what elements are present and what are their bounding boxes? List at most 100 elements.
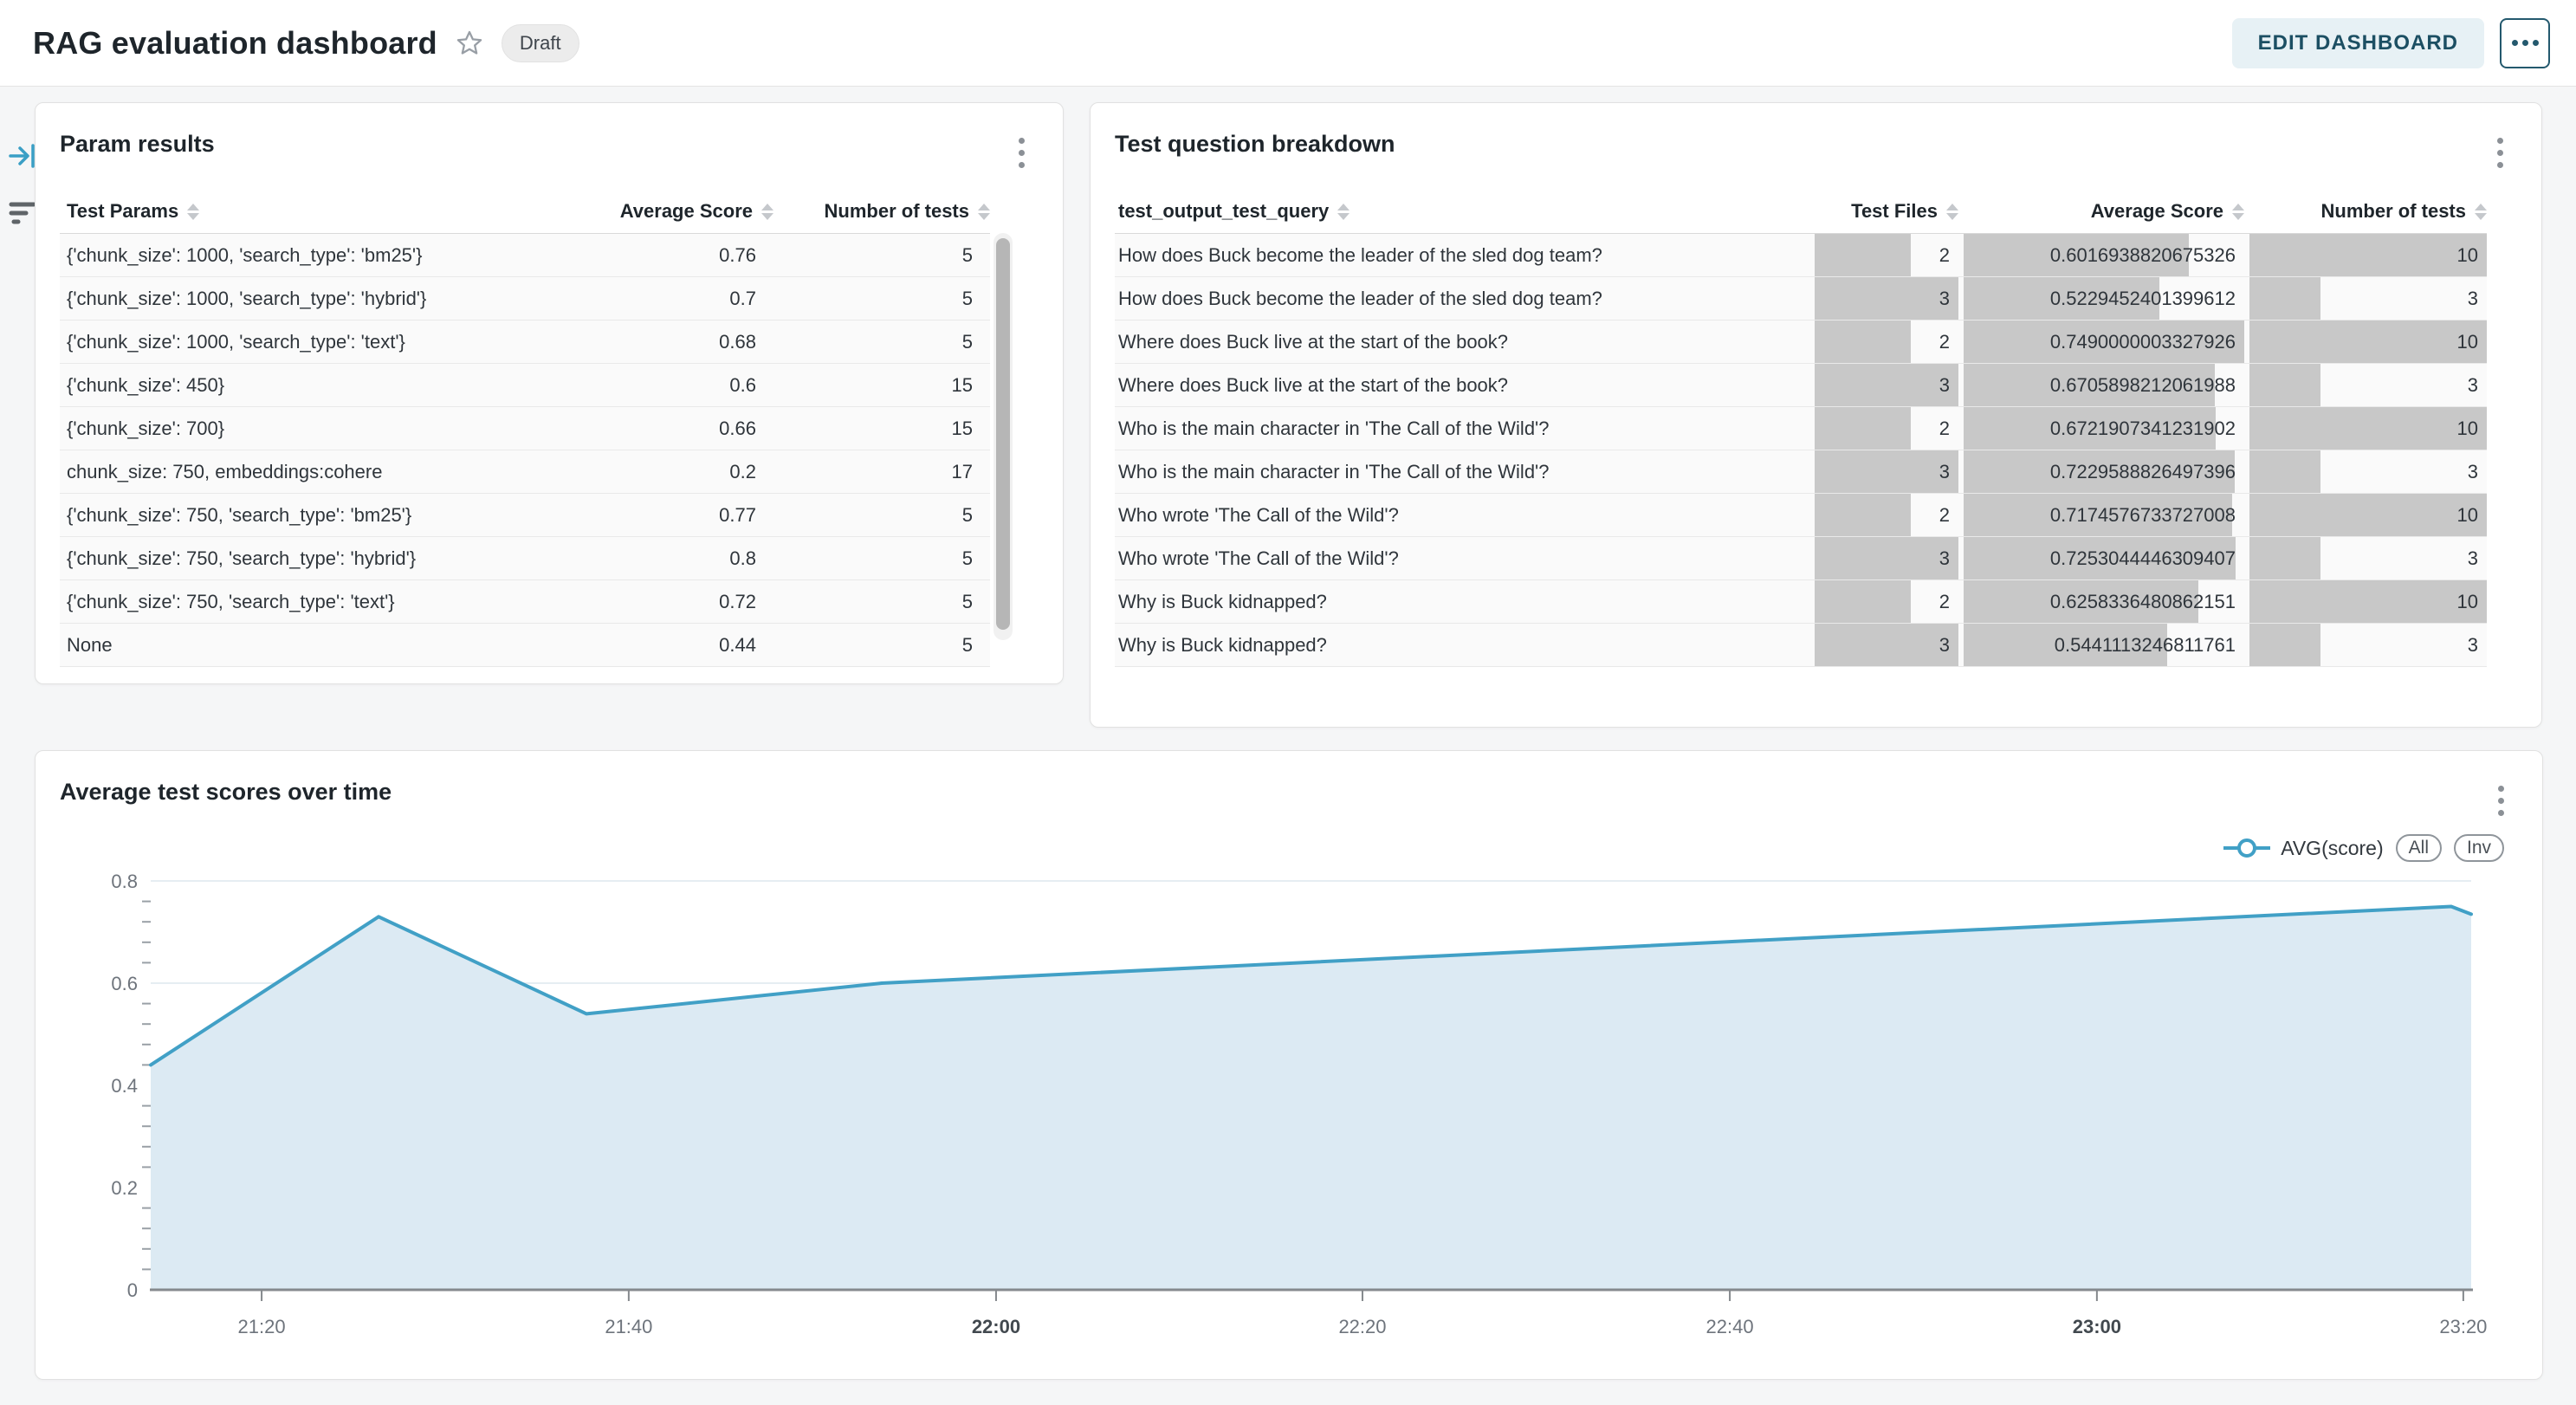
column-label: Average Score (620, 200, 753, 223)
chart-shape (151, 907, 2471, 1291)
column-header-number-of-tests[interactable]: Number of tests (2244, 200, 2487, 223)
column-header-average-score[interactable]: Average Score (548, 200, 773, 223)
table-row[interactable]: None0.445 (60, 624, 990, 667)
column-label: Number of tests (2321, 200, 2466, 223)
question-breakdown-rows: How does Buck become the leader of the s… (1115, 233, 2487, 667)
data-bar-cell: 3 (2244, 364, 2487, 406)
data-bar-cell: 0.7253044446309407 (1958, 537, 2244, 579)
query-cell: Where does Buck live at the start of the… (1115, 320, 1809, 363)
axis-label: 22:00 (972, 1316, 1020, 1337)
data-bar-cell: 3 (2244, 537, 2487, 579)
table-row[interactable]: Why is Buck kidnapped?20.625833648086215… (1115, 580, 2487, 624)
cell-value: 3 (1809, 450, 1950, 493)
table-row[interactable]: Who wrote 'The Call of the Wild'?20.7174… (1115, 494, 2487, 537)
header-left: RAG evaluation dashboard Draft (33, 24, 579, 62)
cell-value: 10 (2244, 407, 2478, 450)
table-cell: 5 (773, 494, 990, 536)
table-cell: {'chunk_size': 700} (60, 407, 548, 450)
table-cell: {'chunk_size': 750, 'search_type': 'bm25… (60, 494, 548, 536)
header-right: EDIT DASHBOARD (2232, 18, 2550, 68)
table-row[interactable]: {'chunk_size': 450}0.615 (60, 364, 990, 407)
table-row[interactable]: How does Buck become the leader of the s… (1115, 234, 2487, 277)
card-menu-icon[interactable] (1015, 134, 1028, 172)
query-cell: How does Buck become the leader of the s… (1115, 277, 1809, 320)
cell-value: 3 (2244, 537, 2478, 579)
data-bar-cell: 3 (1809, 624, 1958, 666)
table-cell: 5 (773, 277, 990, 320)
query-cell: Why is Buck kidnapped? (1115, 580, 1809, 623)
column-header-test-params[interactable]: Test Params (60, 200, 548, 223)
column-header-number-of-tests[interactable]: Number of tests (773, 200, 990, 223)
cell-value: 0.7174576733727008 (1958, 494, 2236, 536)
scores-chart-svg[interactable]: 00.20.40.60.821:2021:4022:0022:2022:4023… (36, 751, 2544, 1381)
cell-value: 0.5441113246811761 (1958, 624, 2236, 666)
query-cell: Who wrote 'The Call of the Wild'? (1115, 494, 1809, 536)
table-cell: 5 (773, 580, 990, 623)
param-results-header: Test Params Average Score Number of test… (60, 190, 990, 233)
table-row[interactable]: Who wrote 'The Call of the Wild'?30.7253… (1115, 537, 2487, 580)
question-breakdown-header: test_output_test_query Test Files Averag… (1115, 190, 2487, 233)
table-row[interactable]: Where does Buck live at the start of the… (1115, 320, 2487, 364)
column-label: Test Files (1851, 200, 1938, 223)
cell-value: 0.6721907341231902 (1958, 407, 2236, 450)
sort-icon (2232, 204, 2244, 220)
cell-value: 0.6705898212061988 (1958, 364, 2236, 406)
data-bar-cell: 0.7174576733727008 (1958, 494, 2244, 536)
table-row[interactable]: {'chunk_size': 1000, 'search_type': 'tex… (60, 320, 990, 364)
sort-icon (2475, 204, 2487, 220)
table-row[interactable]: {'chunk_size': 1000, 'search_type': 'hyb… (60, 277, 990, 320)
table-row[interactable]: Who is the main character in 'The Call o… (1115, 450, 2487, 494)
column-header-test-query[interactable]: test_output_test_query (1115, 200, 1809, 223)
cell-value: 3 (1809, 277, 1950, 320)
question-breakdown-card: Test question breakdown test_output_test… (1090, 102, 2542, 728)
cell-value: 2 (1809, 580, 1950, 623)
cell-value: 0.6258336480862151 (1958, 580, 2236, 623)
data-bar-cell: 0.6016938820675326 (1958, 234, 2244, 276)
column-label: Test Params (67, 200, 178, 223)
table-scrollbar-thumb[interactable] (996, 238, 1010, 630)
table-row[interactable]: {'chunk_size': 750, 'search_type': 'hybr… (60, 537, 990, 580)
data-bar-cell: 10 (2244, 234, 2487, 276)
table-row[interactable]: Where does Buck live at the start of the… (1115, 364, 2487, 407)
cell-value: 2 (1809, 234, 1950, 276)
axis-label: 23:00 (2073, 1316, 2121, 1337)
table-row[interactable]: {'chunk_size': 1000, 'search_type': 'bm2… (60, 234, 990, 277)
axis-label: 0 (127, 1279, 138, 1301)
cell-value: 10 (2244, 320, 2478, 363)
table-row[interactable]: Who is the main character in 'The Call o… (1115, 407, 2487, 450)
card-title: Test question breakdown (1115, 131, 1395, 158)
edit-dashboard-button[interactable]: EDIT DASHBOARD (2232, 18, 2484, 68)
table-row[interactable]: Why is Buck kidnapped?30.544111324681176… (1115, 624, 2487, 667)
cell-value: 3 (2244, 277, 2478, 320)
favorite-star-icon[interactable] (455, 29, 484, 58)
table-cell: 0.66 (548, 407, 773, 450)
page-title: RAG evaluation dashboard (33, 25, 437, 62)
table-cell: {'chunk_size': 750, 'search_type': 'text… (60, 580, 548, 623)
sort-icon (1337, 204, 1349, 220)
column-header-test-files[interactable]: Test Files (1809, 200, 1958, 223)
table-row[interactable]: {'chunk_size': 750, 'search_type': 'text… (60, 580, 990, 624)
table-cell: 5 (773, 320, 990, 363)
table-cell: 5 (773, 537, 990, 579)
data-bar-cell: 10 (2244, 407, 2487, 450)
axis-label: 0.8 (111, 871, 138, 892)
cell-value: 0.7253044446309407 (1958, 537, 2236, 579)
more-options-button[interactable] (2500, 18, 2550, 68)
column-header-average-score[interactable]: Average Score (1958, 200, 2244, 223)
table-cell: None (60, 624, 548, 666)
cell-value: 0.6016938820675326 (1958, 234, 2236, 276)
table-row[interactable]: chunk_size: 750, embeddings:cohere0.217 (60, 450, 990, 494)
card-menu-icon[interactable] (2494, 134, 2507, 172)
table-row[interactable]: {'chunk_size': 750, 'search_type': 'bm25… (60, 494, 990, 537)
table-row[interactable]: {'chunk_size': 700}0.6615 (60, 407, 990, 450)
data-bar-cell: 2 (1809, 494, 1958, 536)
table-cell: 0.8 (548, 537, 773, 579)
table-row[interactable]: How does Buck become the leader of the s… (1115, 277, 2487, 320)
table-cell: 15 (773, 407, 990, 450)
table-scrollbar-track[interactable] (994, 233, 1013, 640)
query-cell: Who is the main character in 'The Call o… (1115, 450, 1809, 493)
data-bar-cell: 10 (2244, 580, 2487, 623)
cell-value: 0.7229588826497396 (1958, 450, 2236, 493)
cell-value: 2 (1809, 407, 1950, 450)
axis-label: 0.6 (111, 973, 138, 994)
